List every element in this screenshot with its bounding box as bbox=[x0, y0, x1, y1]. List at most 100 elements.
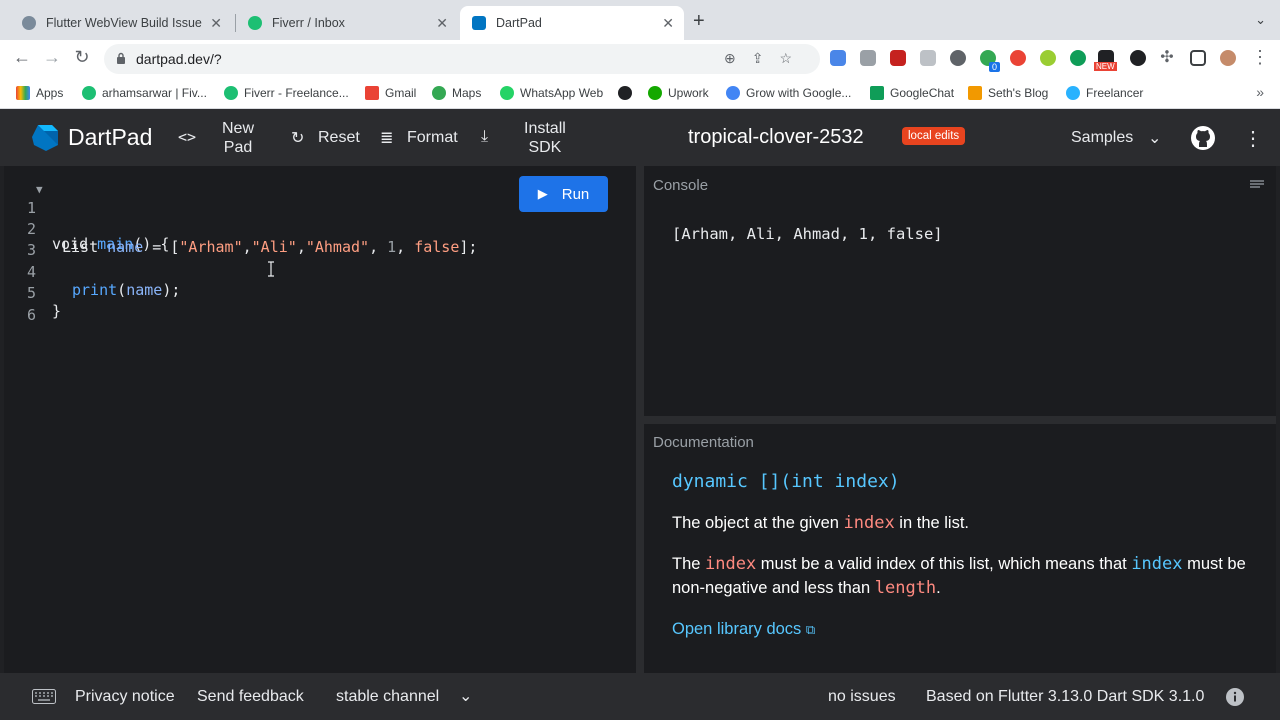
fiverr-icon bbox=[82, 86, 96, 100]
channel-dropdown[interactable]: stable channel bbox=[336, 688, 439, 706]
save-extension-icon[interactable] bbox=[890, 50, 906, 66]
format-button[interactable]: Format bbox=[407, 129, 458, 147]
bookmark-googlechat[interactable]: GoogleChat bbox=[870, 86, 954, 100]
tab-flutter-webview[interactable]: Flutter WebView Build Issue ✕ bbox=[10, 6, 232, 40]
doc-code: index bbox=[843, 513, 895, 533]
extension-icon[interactable] bbox=[950, 50, 966, 66]
lock-icon bbox=[117, 52, 125, 64]
keyboard-icon[interactable] bbox=[32, 689, 56, 704]
doc-text: . bbox=[936, 579, 941, 597]
reset-icon[interactable]: ↻ bbox=[291, 128, 304, 148]
doc-text: The object at the given bbox=[672, 514, 844, 532]
send-feedback-link[interactable]: Send feedback bbox=[197, 688, 304, 706]
horizontal-splitter[interactable] bbox=[644, 416, 1276, 424]
pad-name[interactable]: tropical-clover-2532 bbox=[688, 126, 864, 149]
forward-icon[interactable]: → bbox=[40, 47, 64, 68]
doc-text: The bbox=[672, 555, 706, 573]
clear-console-icon[interactable] bbox=[1250, 180, 1264, 190]
vertical-splitter[interactable] bbox=[636, 166, 644, 673]
back-icon[interactable]: ← bbox=[10, 47, 34, 68]
install-sdk-button[interactable]: Install SDK bbox=[524, 119, 566, 157]
chevron-right-icon[interactable]: » bbox=[1256, 84, 1264, 100]
code-brackets-icon[interactable]: <> bbox=[178, 128, 196, 146]
new-tab-button[interactable]: + bbox=[693, 10, 705, 33]
apps-grid-icon bbox=[16, 86, 30, 100]
bookmark-label: Maps bbox=[452, 86, 482, 100]
bookmark-freelancer[interactable]: Freelancer bbox=[1066, 86, 1143, 100]
open-library-docs-link[interactable]: Open library docs ⧉ bbox=[672, 620, 815, 639]
reload-icon[interactable]: ↻ bbox=[70, 47, 94, 68]
close-icon[interactable]: ✕ bbox=[662, 15, 674, 32]
tab-title: Fiverr / Inbox bbox=[272, 16, 345, 30]
download-extension-icon[interactable] bbox=[830, 50, 846, 66]
privacy-notice-link[interactable]: Privacy notice bbox=[75, 688, 175, 706]
bookmark-whatsapp[interactable]: WhatsApp Web bbox=[500, 86, 603, 100]
globe-icon bbox=[22, 16, 36, 30]
doc-text: in the list. bbox=[894, 514, 970, 532]
bookmark-arhamsarwar[interactable]: arhamsarwar | Fiv... bbox=[82, 86, 207, 100]
bookmark-label: Freelancer bbox=[1086, 86, 1144, 100]
dart-icon bbox=[472, 16, 486, 30]
blog-icon bbox=[968, 86, 982, 100]
kebab-menu-icon[interactable]: ⋮ bbox=[1243, 126, 1263, 151]
external-link-icon: ⧉ bbox=[805, 622, 816, 637]
format-icon[interactable]: ≣ bbox=[380, 128, 393, 148]
bookmark-blank[interactable] bbox=[618, 86, 638, 100]
info-icon[interactable] bbox=[1226, 688, 1244, 706]
reset-button[interactable]: Reset bbox=[318, 129, 360, 147]
github-icon[interactable] bbox=[1190, 125, 1216, 151]
freelancer-icon bbox=[1066, 86, 1080, 100]
tab-dartpad[interactable]: DartPad ✕ bbox=[460, 6, 684, 40]
bookmark-maps[interactable]: Maps bbox=[432, 86, 481, 100]
download-icon[interactable]: ⤓ bbox=[481, 128, 488, 146]
console-label: Console bbox=[653, 177, 709, 194]
fold-arrow-icon[interactable]: ▼ bbox=[36, 183, 43, 196]
bookmark-label: Gmail bbox=[385, 86, 417, 100]
bookmark-seths-blog[interactable]: Seth's Blog bbox=[968, 86, 1048, 100]
bookmark-upwork[interactable]: Upwork bbox=[648, 86, 709, 100]
extension-icon[interactable] bbox=[1070, 50, 1086, 66]
chevron-down-icon[interactable]: ⌄ bbox=[459, 686, 472, 706]
tab-title: DartPad bbox=[496, 16, 542, 30]
puzzle-icon[interactable]: ✣ bbox=[1155, 47, 1179, 67]
bookmark-gmail[interactable]: Gmail bbox=[365, 86, 416, 100]
extension-icon[interactable] bbox=[1040, 50, 1056, 66]
chevron-down-icon[interactable]: ⌄ bbox=[1148, 128, 1161, 148]
tab-fiverr-inbox[interactable]: Fiverr / Inbox ✕ bbox=[236, 6, 458, 40]
sidepanel-icon[interactable] bbox=[1190, 50, 1206, 66]
kebab-menu-icon[interactable]: ⋮ bbox=[1248, 47, 1272, 68]
star-icon[interactable]: ☆ bbox=[779, 50, 808, 66]
close-icon[interactable]: ✕ bbox=[436, 15, 448, 32]
pokeball-extension-icon[interactable] bbox=[1010, 50, 1026, 66]
bookmark-apps[interactable]: Apps bbox=[16, 86, 63, 100]
bookmark-label: Grow with Google... bbox=[746, 86, 852, 100]
doc-text: must be a valid index of this list, whic… bbox=[756, 555, 1132, 573]
doc-code: index bbox=[705, 554, 757, 574]
text-cursor-icon bbox=[268, 261, 274, 277]
avatar[interactable] bbox=[1220, 50, 1236, 66]
chat-icon bbox=[870, 86, 884, 100]
zoom-icon[interactable]: ⊕ bbox=[724, 50, 752, 66]
browser-toolbar: ← → ↻ dartpad.dev/? ⊕⇪☆ 0 NEW ✣ ⋮ bbox=[0, 40, 1280, 78]
new-pad-button[interactable]: New Pad bbox=[222, 119, 254, 157]
doc-paragraph-1: The object at the given index in the lis… bbox=[672, 511, 1262, 535]
issues-status[interactable]: no issues bbox=[828, 688, 896, 706]
status-badge: local edits bbox=[902, 127, 966, 145]
line-number: 6 bbox=[26, 306, 36, 324]
run-label: Run bbox=[561, 185, 590, 203]
bookmark-grow-google[interactable]: Grow with Google... bbox=[726, 86, 851, 100]
close-icon[interactable]: ✕ bbox=[210, 15, 222, 32]
chevron-down-icon[interactable]: ⌄ bbox=[1255, 12, 1266, 28]
samples-dropdown[interactable]: Samples bbox=[1071, 129, 1133, 147]
bookmark-label: Apps bbox=[36, 86, 64, 100]
shield-extension-icon[interactable] bbox=[920, 50, 936, 66]
share-icon[interactable]: ⇪ bbox=[752, 50, 780, 66]
address-bar[interactable]: dartpad.dev/? ⊕⇪☆ bbox=[104, 44, 820, 74]
run-button[interactable]: ▶ Run bbox=[519, 176, 608, 212]
extension-icon[interactable] bbox=[1130, 50, 1146, 66]
bookmark-fiverr[interactable]: Fiverr - Freelance... bbox=[224, 86, 349, 100]
doc-paragraph-2: The index must be a valid index of this … bbox=[672, 552, 1262, 600]
code-line-2: List name = ["Arham","Ali","Ahmad", 1, f… bbox=[62, 238, 478, 256]
camera-extension-icon[interactable] bbox=[860, 50, 876, 66]
code-editor[interactable]: 1 ▼ void main() { 2 List name = ["Arham"… bbox=[4, 166, 636, 673]
